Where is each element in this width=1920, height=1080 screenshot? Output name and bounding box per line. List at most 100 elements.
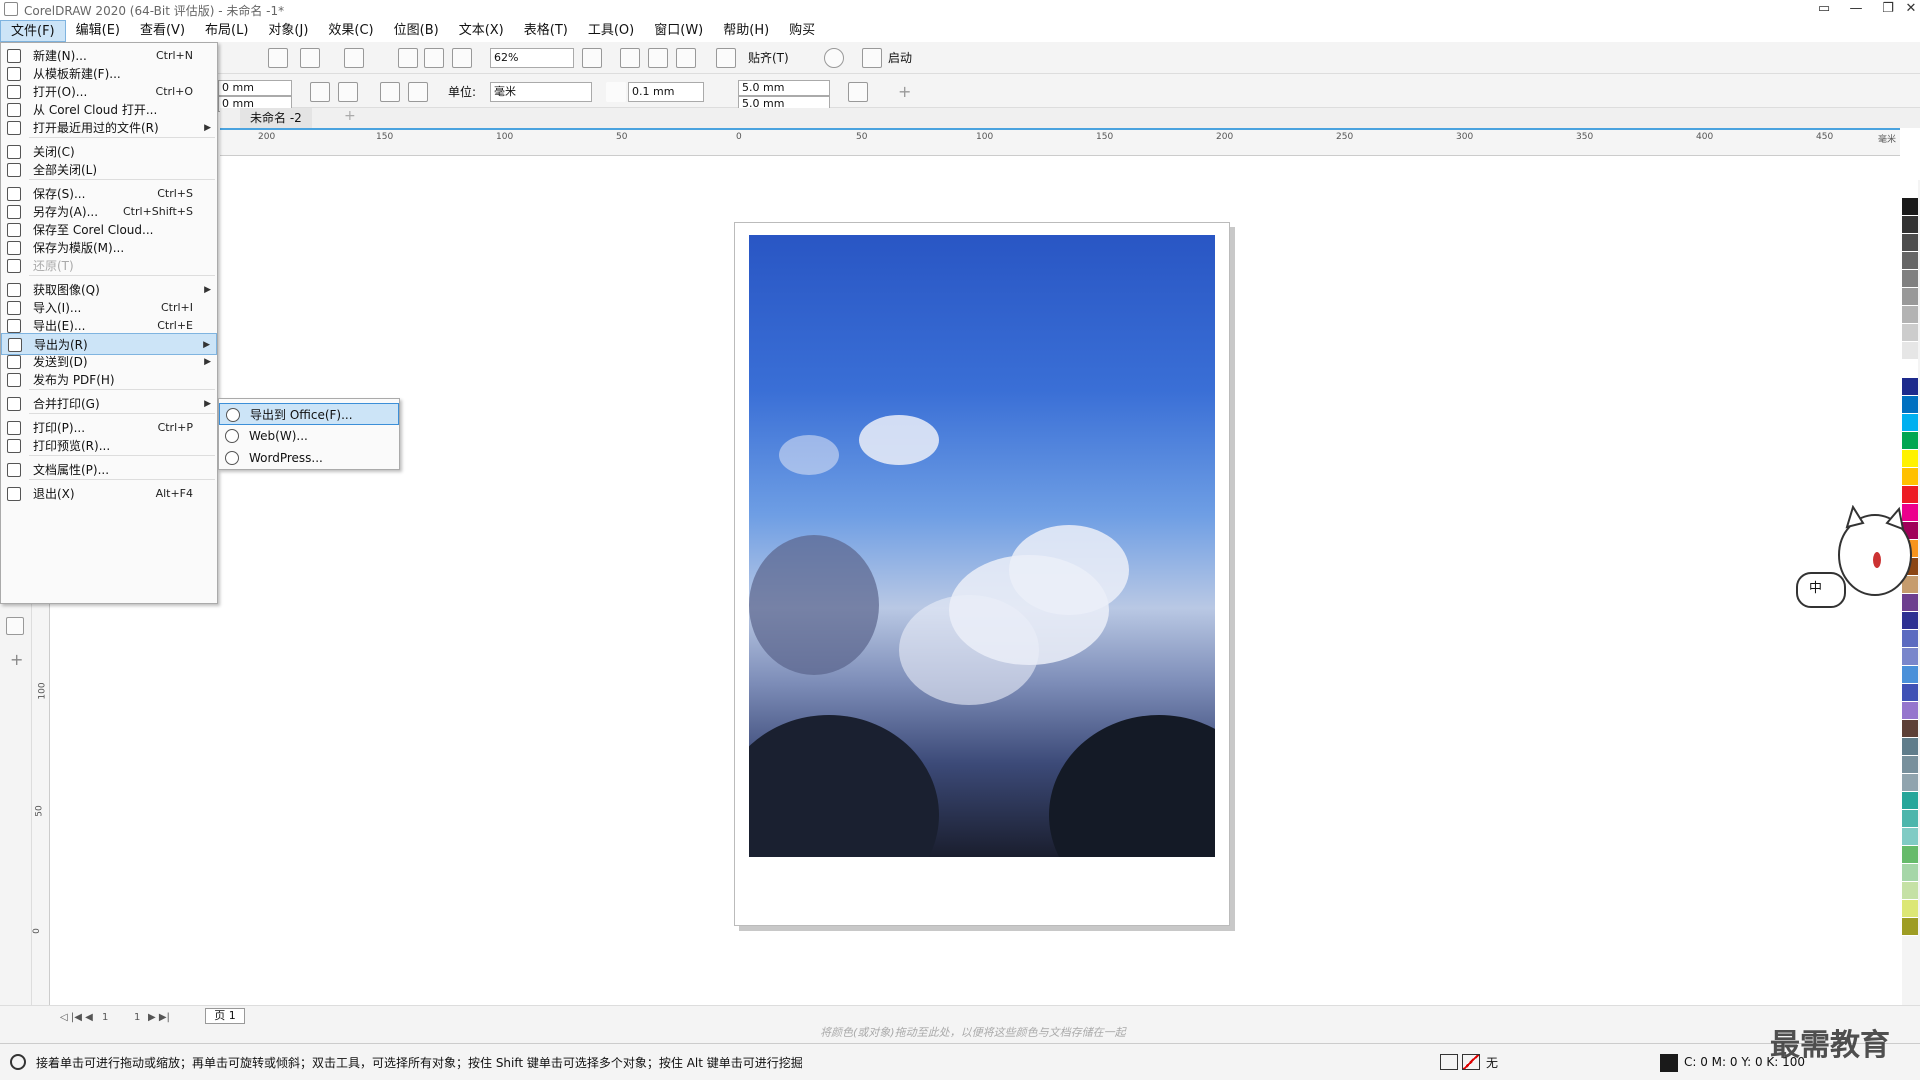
rulers-icon[interactable] [620, 48, 640, 68]
outline-color-swatch[interactable] [1660, 1054, 1678, 1072]
cut-icon[interactable] [268, 48, 288, 68]
undo-icon[interactable] [300, 48, 320, 68]
color-swatch[interactable] [1902, 216, 1918, 234]
import-icon[interactable] [398, 48, 418, 68]
color-swatch[interactable] [1902, 882, 1918, 900]
no-fill-swatch[interactable] [1462, 1054, 1480, 1070]
color-swatch[interactable] [1902, 702, 1918, 720]
color-swatch[interactable] [1902, 720, 1918, 738]
menu-item[interactable]: 工具(O) [578, 20, 644, 42]
color-swatch[interactable] [1902, 414, 1918, 432]
menu-item[interactable]: 布局(L) [195, 20, 258, 42]
snap-icon[interactable] [716, 48, 736, 68]
color-swatch[interactable] [1902, 846, 1918, 864]
zoom-level-select[interactable]: 62% [490, 48, 574, 68]
page-nav-arrows[interactable]: ◁ |◀ ◀ [60, 1008, 93, 1028]
landscape-icon[interactable] [338, 82, 358, 102]
add-icon[interactable]: + [898, 82, 911, 102]
document-tab[interactable]: 未命名 -2 [240, 108, 312, 128]
snap-dropdown[interactable]: 贴齐(T) [748, 48, 789, 68]
color-swatch[interactable] [1902, 324, 1918, 342]
menu-item[interactable]: 文本(X) [449, 20, 514, 42]
export-icon[interactable] [424, 48, 444, 68]
add-tool-icon[interactable]: + [10, 650, 23, 670]
menu-item[interactable]: 窗口(W) [644, 20, 713, 42]
menu-item[interactable]: 位图(B) [384, 20, 449, 42]
settings-icon[interactable] [10, 1054, 26, 1070]
menu-item[interactable]: 文件(F) [0, 20, 66, 42]
color-swatch[interactable] [1902, 630, 1918, 648]
page-tab[interactable]: 页 1 [205, 1008, 245, 1024]
menu-item[interactable]: 帮助(H) [713, 20, 779, 42]
document-page[interactable] [734, 222, 1230, 926]
file-menu-item[interactable]: 文档属性(P)... [1, 459, 217, 481]
page-nav-forward[interactable]: ▶ ▶| [148, 1008, 170, 1028]
color-swatch[interactable] [1902, 486, 1918, 504]
color-swatch[interactable] [1902, 810, 1918, 828]
color-swatch[interactable] [1902, 900, 1918, 918]
ime-language-label[interactable]: 中 [1809, 577, 1822, 596]
color-swatch[interactable] [1902, 306, 1918, 324]
color-swatch[interactable] [1902, 468, 1918, 486]
menu-item[interactable]: 对象(J) [258, 20, 318, 42]
restore-icon[interactable]: ▭ [1808, 0, 1840, 20]
color-swatch[interactable] [1902, 378, 1918, 396]
minimize-button[interactable]: — [1840, 0, 1872, 20]
export-submenu-item[interactable]: WordPress... [219, 447, 399, 469]
color-swatch[interactable] [1902, 792, 1918, 810]
color-swatch[interactable] [1902, 918, 1918, 936]
guidelines-icon[interactable] [676, 48, 696, 68]
color-swatch[interactable] [1902, 252, 1918, 270]
color-swatch[interactable] [1902, 198, 1918, 216]
file-menu-item[interactable]: 发布为 PDF(H) [1, 369, 217, 391]
fill-tool-icon[interactable] [6, 617, 24, 635]
file-menu-item[interactable]: 打开最近用过的文件(R) ▶ [1, 117, 217, 139]
color-swatch[interactable] [1902, 774, 1918, 792]
color-swatch[interactable] [1902, 648, 1918, 666]
color-swatch[interactable] [1902, 684, 1918, 702]
color-swatch[interactable] [1902, 756, 1918, 774]
portrait-icon[interactable] [310, 82, 330, 102]
sky-photo[interactable] [749, 235, 1215, 857]
page-width-field[interactable]: 0 mm [218, 80, 292, 96]
launch-icon[interactable] [862, 48, 882, 68]
color-swatch[interactable] [1902, 180, 1918, 198]
treat-as-filled-icon[interactable] [848, 82, 868, 102]
color-swatch[interactable] [1902, 270, 1918, 288]
color-swatch[interactable] [1902, 666, 1918, 684]
new-tab-icon[interactable]: + [344, 106, 356, 126]
close-button[interactable]: ✕ [1902, 0, 1920, 20]
export-submenu-item[interactable]: Web(W)... [219, 425, 399, 447]
menu-item[interactable]: 编辑(E) [66, 20, 130, 42]
color-swatch[interactable] [1902, 450, 1918, 468]
color-swatch[interactable] [1902, 864, 1918, 882]
color-swatch[interactable] [1902, 360, 1918, 378]
color-swatch[interactable] [1902, 288, 1918, 306]
menu-item[interactable]: 查看(V) [130, 20, 195, 42]
file-menu-item[interactable]: 全部关闭(L) [1, 159, 217, 181]
full-screen-icon[interactable] [582, 48, 602, 68]
color-swatch[interactable] [1902, 432, 1918, 450]
color-swatch[interactable] [1902, 738, 1918, 756]
export-submenu-item[interactable]: 导出到 Office(F)... [219, 403, 399, 425]
maximize-button[interactable]: ❐ [1872, 0, 1904, 20]
unit-select[interactable]: 毫米 [490, 82, 592, 102]
color-swatch[interactable] [1902, 342, 1918, 360]
file-menu-item[interactable]: 打印预览(R)... [1, 435, 217, 457]
pdf-icon[interactable] [452, 48, 472, 68]
file-menu-item[interactable]: 退出(X) Alt+F4 [1, 483, 217, 505]
file-menu-item[interactable]: 合并打印(G) ▶ [1, 393, 217, 415]
menu-item[interactable]: 表格(T) [514, 20, 578, 42]
grid-icon[interactable] [648, 48, 668, 68]
color-swatch[interactable] [1902, 828, 1918, 846]
current-page-icon[interactable] [408, 82, 428, 102]
color-swatch[interactable] [1902, 396, 1918, 414]
menu-item[interactable]: 效果(C) [318, 20, 383, 42]
color-swatch[interactable] [1902, 234, 1918, 252]
menu-item[interactable]: 购买 [779, 20, 825, 42]
duplicate-x-field[interactable]: 5.0 mm [738, 80, 830, 96]
launch-dropdown[interactable]: 启动 [888, 48, 912, 68]
gear-icon[interactable] [824, 48, 844, 68]
redo-icon[interactable] [344, 48, 364, 68]
nudge-distance-field[interactable]: 0.1 mm [628, 82, 704, 102]
